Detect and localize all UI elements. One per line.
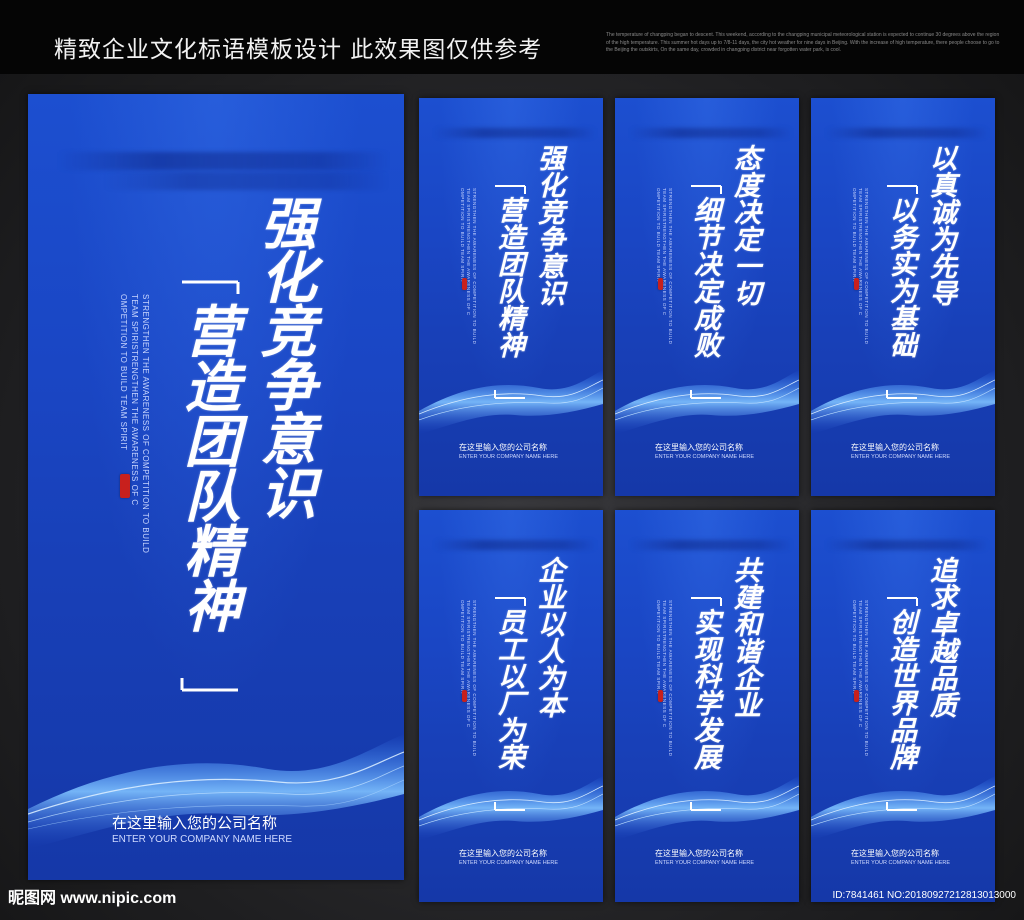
- poster-large: 强化竞争意识 营造团队精神 STRENGTHEN THE AWARENESS O…: [28, 94, 404, 880]
- english-tagline: STRENGTHEN THE AWARENESS OF COMPETITION …: [460, 188, 477, 345]
- red-seal: [658, 278, 663, 290]
- company-name-cn: 在这里输入您的公司名称: [459, 849, 547, 858]
- red-seal: [854, 690, 859, 702]
- poster-excellence: 追求卓越品质 创造世界品牌 STRENGTHEN THE AWARENESS O…: [811, 510, 995, 902]
- company-name-en: ENTER YOUR COMPANY NAME HERE: [851, 860, 951, 866]
- slogan-main: 企业以人为本: [533, 556, 564, 718]
- red-seal: [854, 278, 859, 290]
- company-name-cn: 在这里输入您的公司名称: [655, 849, 743, 858]
- company-name-en: ENTER YOUR COMPANY NAME HERE: [459, 454, 559, 460]
- page-title: 精致企业文化标语模板设计 此效果图仅供参考: [54, 37, 543, 63]
- slogan-sub: 细节决定成败: [689, 196, 720, 358]
- slogan-main: 以真诚为先导: [925, 144, 956, 306]
- company-name-cn: 在这里输入您的公司名称: [112, 815, 278, 832]
- company-name-cn: 在这里输入您的公司名称: [459, 443, 547, 452]
- company-name-cn: 在这里输入您的公司名称: [655, 443, 743, 452]
- slogan-main: 共建和谐企业: [729, 556, 760, 718]
- slogan-sub: 创造世界品牌: [885, 608, 916, 770]
- slogan-sub: 营造团队精神: [175, 302, 241, 632]
- company-name-en: ENTER YOUR COMPANY NAME HERE: [112, 834, 293, 845]
- red-seal: [462, 278, 467, 290]
- company-name-en: ENTER YOUR COMPANY NAME HERE: [851, 454, 951, 460]
- slogan-sub: 营造团队精神: [493, 196, 524, 358]
- slogan-sub: 实现科学发展: [689, 608, 720, 770]
- english-tagline: STRENGTHEN THE AWARENESS OF COMPETITION …: [852, 600, 869, 757]
- slogan-sub: 员工以厂为荣: [493, 608, 524, 770]
- slogan-main: 态度决定一切: [729, 144, 760, 306]
- english-tagline: STRENGTHEN THE AWARENESS OF COMPETITION …: [119, 294, 150, 554]
- red-seal: [658, 690, 663, 702]
- english-tagline: STRENGTHEN THE AWARENESS OF COMPETITION …: [852, 188, 869, 345]
- company-name-en: ENTER YOUR COMPANY NAME HERE: [655, 454, 755, 460]
- slogan-main: 强化竞争意识: [251, 194, 317, 518]
- english-tagline: STRENGTHEN THE AWARENESS OF COMPETITION …: [460, 600, 477, 757]
- poster-competition: 强化竞争意识 营造团队精神 STRENGTHEN THE AWARENESS O…: [419, 98, 603, 496]
- poster-sincerity: 以真诚为先导 以务实为基础 STRENGTHEN THE AWARENESS O…: [811, 98, 995, 496]
- english-tagline: STRENGTHEN THE AWARENESS OF COMPETITION …: [656, 600, 673, 757]
- slogan-main: 强化竞争意识: [533, 144, 564, 306]
- company-name-cn: 在这里输入您的公司名称: [851, 443, 939, 452]
- company-name-en: ENTER YOUR COMPANY NAME HERE: [655, 860, 755, 866]
- slogan-main: 追求卓越品质: [925, 556, 956, 718]
- poster-attitude: 态度决定一切 细节决定成败 STRENGTHEN THE AWARENESS O…: [615, 98, 799, 496]
- site-logo: 昵图网 www.nipic.com: [8, 890, 177, 907]
- poster-harmony: 共建和谐企业 实现科学发展 STRENGTHEN THE AWARENESS O…: [615, 510, 799, 902]
- slogan-sub: 以务实为基础: [885, 196, 916, 358]
- red-seal: [120, 474, 130, 498]
- poster-people: 企业以人为本 员工以厂为荣 STRENGTHEN THE AWARENESS O…: [419, 510, 603, 902]
- english-tagline: STRENGTHEN THE AWARENESS OF COMPETITION …: [656, 188, 673, 345]
- company-name-cn: 在这里输入您的公司名称: [851, 849, 939, 858]
- light-wave: [28, 734, 404, 849]
- header-fine-print: The temperature of changping began to de…: [606, 32, 1000, 53]
- image-id: ID:7841461 NO:20180927212813013000: [832, 890, 1017, 901]
- red-seal: [462, 690, 467, 702]
- company-name-en: ENTER YOUR COMPANY NAME HERE: [459, 860, 559, 866]
- header-bar: 精致企业文化标语模板设计 此效果图仅供参考 The temperature of…: [0, 0, 1024, 74]
